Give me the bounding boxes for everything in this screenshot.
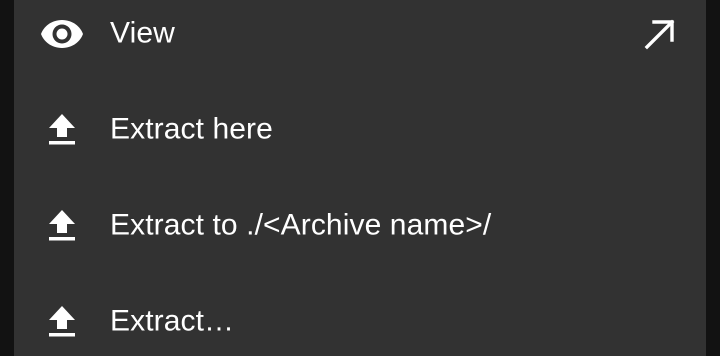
- menu-item-label: Extract…: [110, 304, 235, 338]
- menu-item-extract-to-folder[interactable]: Extract to ./<Archive name>/: [14, 178, 706, 274]
- upload-icon: [40, 108, 84, 152]
- menu-item-label: Extract to ./<Archive name>/: [110, 208, 492, 242]
- upload-icon: [40, 204, 84, 248]
- menu-item-label: Extract here: [110, 112, 273, 146]
- menu-item-label: View: [110, 16, 175, 50]
- menu-item-extract-here[interactable]: Extract here: [14, 82, 706, 178]
- context-menu: View Extract here Extract to ./<Archive …: [14, 0, 706, 356]
- menu-item-extract-ellipsis[interactable]: Extract…: [14, 274, 706, 356]
- open-external-arrow-icon[interactable]: [640, 14, 680, 54]
- eye-icon: [40, 12, 84, 56]
- menu-item-view[interactable]: View: [14, 0, 706, 82]
- upload-icon: [40, 300, 84, 344]
- screen-backdrop: View Extract here Extract to ./<Archive …: [0, 0, 720, 356]
